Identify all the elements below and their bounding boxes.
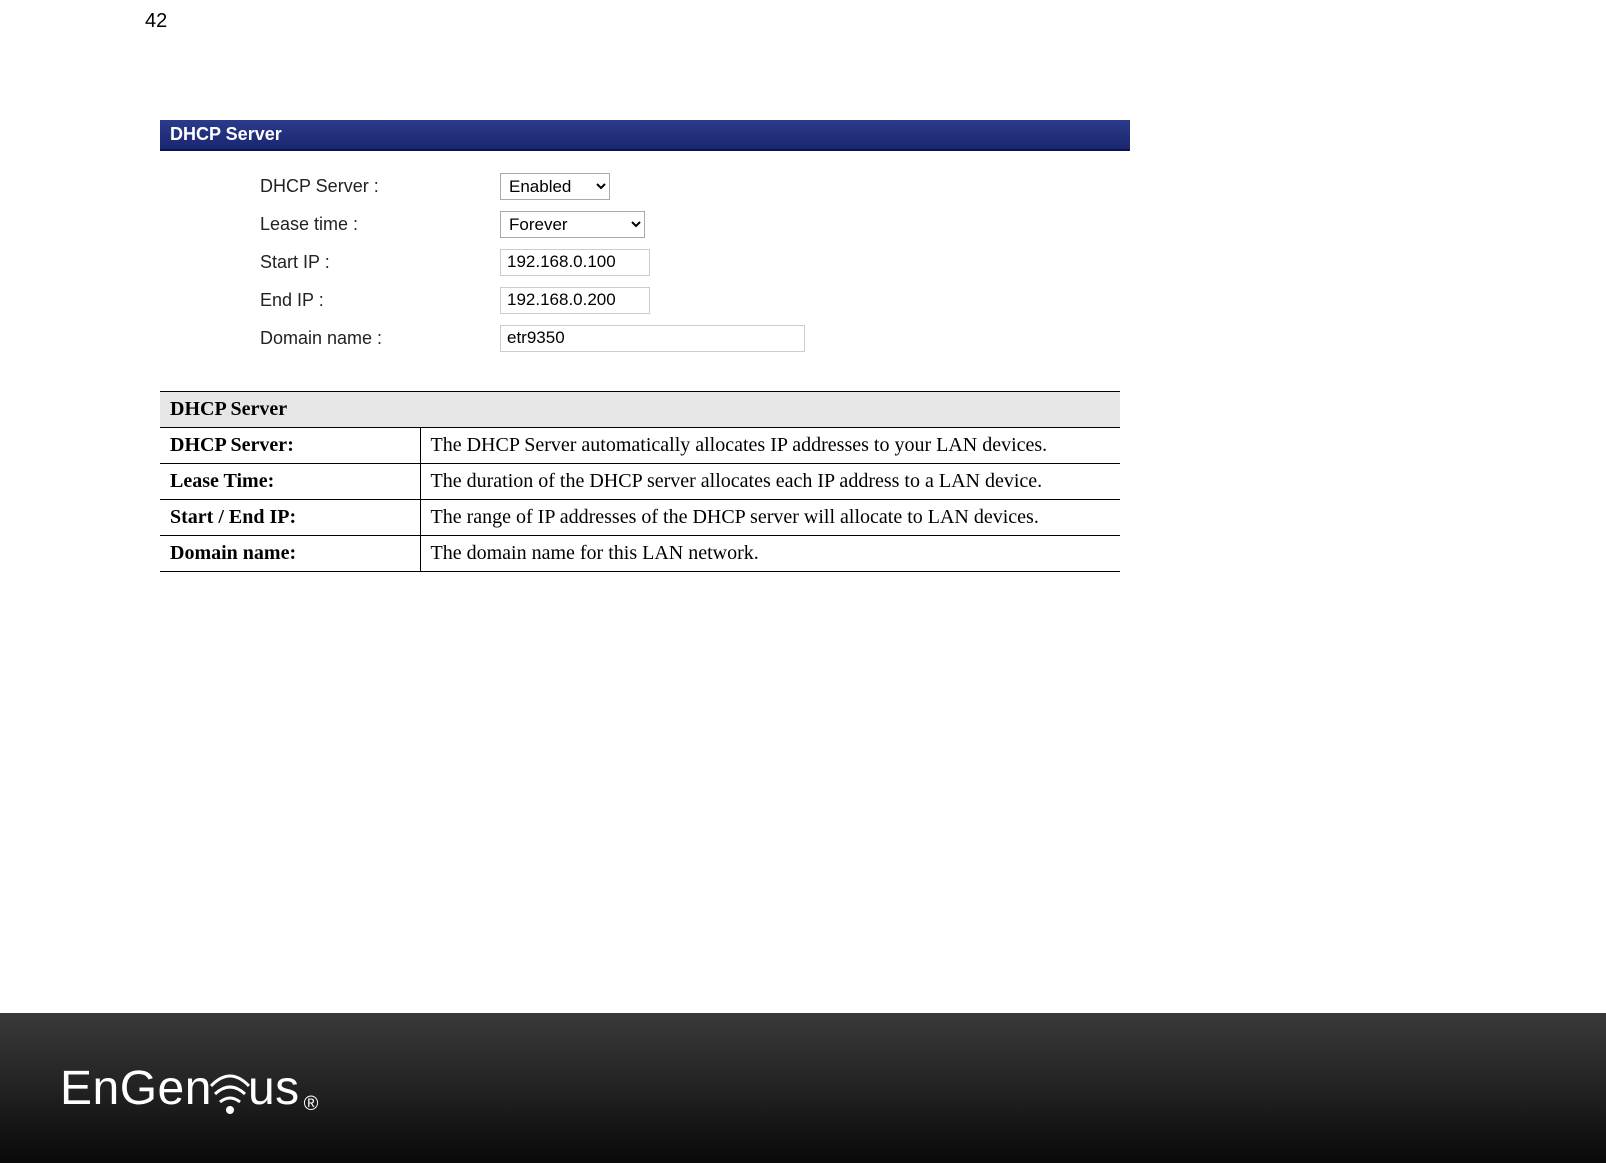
row-end-ip: End IP :: [260, 285, 1120, 315]
label-domain-name: Domain name :: [260, 328, 500, 349]
table-row: DHCP Server: The DHCP Server automatical…: [160, 428, 1120, 464]
description-table: DHCP Server DHCP Server: The DHCP Server…: [160, 391, 1120, 572]
wifi-icon: [210, 1068, 250, 1116]
input-domain-name[interactable]: [500, 325, 805, 352]
select-dhcp-server[interactable]: Enabled: [500, 173, 610, 200]
label-start-ip: Start IP :: [260, 252, 500, 273]
row-desc: The domain name for this LAN network.: [420, 536, 1120, 572]
row-label: Start / End IP:: [160, 500, 420, 536]
label-dhcp-server: DHCP Server :: [260, 176, 500, 197]
row-label: Domain name:: [160, 536, 420, 572]
table-row: Lease Time: The duration of the DHCP ser…: [160, 464, 1120, 500]
table-row: Domain name: The domain name for this LA…: [160, 536, 1120, 572]
table-row: Start / End IP: The range of IP addresse…: [160, 500, 1120, 536]
row-dhcp-server: DHCP Server : Enabled: [260, 171, 1120, 201]
label-lease-time: Lease time :: [260, 214, 500, 235]
table-header-cell: DHCP Server: [160, 392, 1120, 428]
registered-icon: ®: [304, 1093, 319, 1116]
table-header-row: DHCP Server: [160, 392, 1120, 428]
logo-text-en: EnGen: [60, 1061, 212, 1116]
dhcp-form: DHCP Server : Enabled Lease time : Forev…: [160, 151, 1120, 391]
page-number: 42: [145, 10, 167, 33]
row-label: Lease Time:: [160, 464, 420, 500]
content-area: DHCP Server DHCP Server : Enabled Lease …: [160, 120, 1120, 572]
logo-text-us: us: [248, 1061, 300, 1116]
row-desc: The DHCP Server automatically allocates …: [420, 428, 1120, 464]
row-domain-name: Domain name :: [260, 323, 1120, 353]
row-desc: The range of IP addresses of the DHCP se…: [420, 500, 1120, 536]
input-start-ip[interactable]: [500, 249, 650, 276]
footer: EnGen us®: [0, 1013, 1606, 1163]
row-lease-time: Lease time : Forever: [260, 209, 1120, 239]
select-lease-time[interactable]: Forever: [500, 211, 645, 238]
row-start-ip: Start IP :: [260, 247, 1120, 277]
label-end-ip: End IP :: [260, 290, 500, 311]
row-desc: The duration of the DHCP server allocate…: [420, 464, 1120, 500]
input-end-ip[interactable]: [500, 287, 650, 314]
row-label: DHCP Server:: [160, 428, 420, 464]
brand-logo: EnGen us®: [60, 1061, 318, 1116]
section-header: DHCP Server: [160, 120, 1130, 151]
